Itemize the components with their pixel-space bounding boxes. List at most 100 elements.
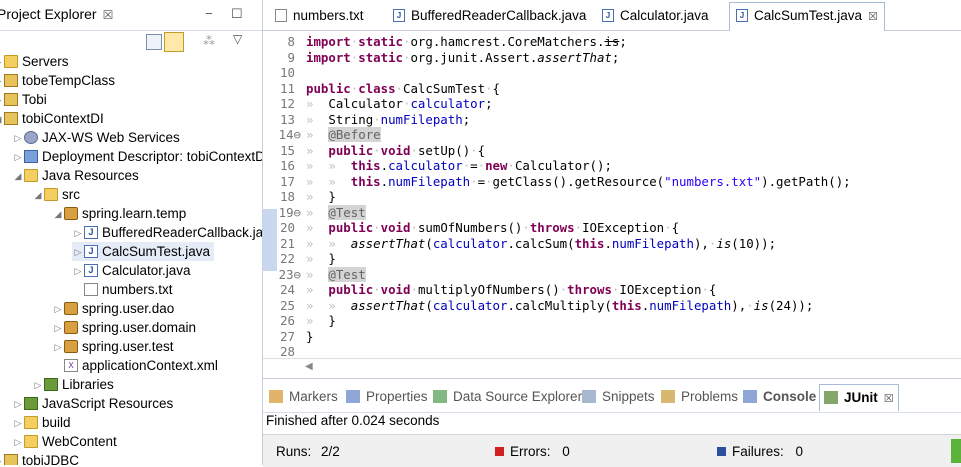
code-line[interactable]: 19⊖ » @Test (263, 204, 961, 221)
line-number: 24 (280, 282, 295, 297)
tree-item[interactable]: ▷Tobi (0, 90, 47, 109)
tree-item[interactable]: ▷ WebContent (12, 432, 117, 451)
collapsed-twisty-icon[interactable]: ▷ (12, 395, 24, 414)
tree-item-label: JavaScript Resources (42, 396, 174, 411)
tree-item[interactable]: ▷tobiJDBC (0, 451, 79, 465)
failures-value: 0 (795, 444, 804, 459)
code-line[interactable]: 8 import·static·org.hamcrest.CoreMatchers… (263, 34, 961, 50)
editor-tab[interactable]: J CalcSumTest.java ☒ (729, 2, 885, 31)
tree-item[interactable]: ▷tobeTempClass (0, 71, 115, 90)
horizontal-scrollbar[interactable]: ◀ (263, 358, 961, 377)
collapsed-twisty-icon[interactable]: ▷ (12, 148, 24, 167)
snippets-icon (582, 389, 596, 403)
collapse-all-icon[interactable] (146, 34, 162, 50)
tree-item[interactable]: ▷ J BufferedReaderCallback.java (72, 223, 262, 243)
code-line[interactable]: 13 » String·numFilepath; (263, 112, 961, 128)
code-text: » » this.calculator·=·new·Calculator(); (306, 158, 612, 173)
bottom-tab[interactable]: Markers (269, 387, 338, 407)
code-line[interactable]: 18 » } (263, 189, 961, 205)
code-line[interactable]: 11 public·class·CalcSumTest·{ (263, 81, 961, 97)
bottom-tab[interactable]: Snippets (582, 387, 655, 407)
tree-item[interactable]: ▷ JAX-WS Web Services (12, 128, 180, 147)
close-icon[interactable]: ☒ (884, 393, 894, 405)
collapsed-twisty-icon[interactable]: ▷ (52, 338, 64, 357)
collapsed-twisty-icon[interactable]: ▷ (52, 319, 64, 338)
expanded-twisty-icon[interactable]: ◢ (52, 205, 64, 224)
minimize-icon[interactable]: − (205, 6, 213, 21)
collapsed-twisty-icon[interactable]: ▷ (12, 129, 24, 148)
tree-item[interactable]: ◢ src (32, 185, 80, 204)
line-number: 9 (287, 49, 295, 65)
bottom-tab[interactable]: Properties (346, 387, 428, 407)
close-icon[interactable]: ☒ (103, 8, 114, 22)
filter-icon[interactable]: ⁂ (203, 34, 215, 48)
code-line[interactable]: 23⊖ » @Test (263, 266, 961, 283)
java-file-icon: J (393, 8, 405, 22)
tree-item[interactable]: ▷ spring.user.domain (52, 318, 197, 338)
tree-item[interactable]: ▷ Deployment Descriptor: tobiContextDI (12, 147, 262, 167)
code-text: public·class·CalcSumTest·{ (306, 80, 501, 96)
editor-tab[interactable]: J BufferedReaderCallback.java (387, 3, 592, 29)
tree-item[interactable]: ◢tobiContextDI (0, 109, 104, 128)
tree-item[interactable]: ▷ build (12, 413, 71, 432)
tree-item[interactable]: ▷ J CalcSumTest.java (72, 242, 215, 262)
expanded-twisty-icon[interactable]: ◢ (32, 186, 44, 205)
code-line[interactable]: 25 » » assertThat(calculator.calcMultiply… (263, 298, 961, 314)
folder-icon (24, 434, 38, 448)
bottom-tab[interactable]: JUnit ☒ (819, 384, 899, 411)
tree-item-label: Libraries (62, 377, 114, 392)
editor-tab[interactable]: numbers.txt (269, 3, 370, 29)
code-line[interactable]: 15 » public·void·setUp()·{ (263, 143, 961, 159)
tree-item[interactable]: ▷ spring.user.dao (52, 299, 175, 319)
scroll-left-icon[interactable]: ◀ (305, 361, 313, 372)
code-line[interactable]: 16 » » this.calculator·=·new·Calculator()… (263, 158, 961, 174)
maximize-icon[interactable]: ☐ (231, 6, 243, 22)
code-line[interactable]: 12 » Calculator·calculator; (263, 96, 961, 112)
view-menu-icon[interactable]: ▽ (233, 32, 242, 46)
tree-item[interactable]: XapplicationContext.xml (52, 356, 218, 375)
project-icon (4, 111, 18, 125)
collapsed-twisty-icon[interactable]: ▷ (72, 262, 84, 281)
tree-item-label: Calculator.java (102, 263, 191, 278)
tree-item[interactable]: ◢ spring.learn.temp (52, 204, 187, 224)
close-icon[interactable]: ☒ (868, 11, 878, 23)
code-text: import·static·org.hamcrest.CoreMatchers.… (306, 34, 627, 49)
collapsed-twisty-icon[interactable]: ▷ (72, 243, 84, 262)
expanded-twisty-icon[interactable]: ◢ (12, 167, 24, 186)
code-line[interactable]: 21 » » assertThat(calculator.calcSum(this… (263, 236, 961, 252)
collapsed-twisty-icon[interactable]: ▷ (12, 433, 24, 452)
code-line[interactable]: 17 » » this.numFilepath·=·getClass().getR… (263, 174, 961, 190)
code-line[interactable]: 10 (263, 65, 961, 81)
code-line[interactable]: 9 import·static·org.junit.Assert.assertTh… (263, 50, 961, 66)
collapsed-twisty-icon[interactable]: ▷ (72, 224, 84, 243)
bottom-tab[interactable]: Problems (661, 387, 738, 407)
tree-item[interactable]: ▷ J Calculator.java (72, 261, 191, 280)
line-number: 12 (280, 96, 295, 111)
code-line[interactable]: 27} (263, 329, 961, 345)
tree-item[interactable]: ▷ JavaScript Resources (12, 394, 174, 414)
collapsed-twisty-icon[interactable]: ▷ (12, 414, 24, 433)
code-line[interactable]: 20 » public·void·sumOfNumbers()·throws·IO… (263, 220, 961, 236)
bottom-tab-label: JUnit (844, 390, 878, 405)
java-file-icon: J (736, 8, 748, 22)
tree-item[interactable]: ◢ Java Resources (12, 166, 139, 185)
tree-item[interactable]: numbers.txt (72, 280, 173, 299)
collapsed-twisty-icon[interactable]: ▷ (52, 300, 64, 319)
editor-tab[interactable]: J Calculator.java (596, 3, 715, 29)
bottom-tab[interactable]: Console (743, 387, 816, 407)
code-line[interactable]: 22 » } (263, 251, 961, 267)
tree-item[interactable]: ▷Servers (0, 52, 69, 71)
tree-item[interactable]: ▷ Libraries (32, 375, 114, 394)
code-text: » } (306, 313, 336, 328)
code-line[interactable]: 14⊖ » @Before (263, 127, 961, 143)
runs-counter: Runs: 2/2 (276, 444, 340, 459)
code-editor[interactable]: 8 import·static·org.hamcrest.CoreMatchers… (263, 34, 961, 359)
bottom-tab[interactable]: Data Source Explorer (433, 387, 582, 407)
tree-item[interactable]: ▷ spring.user.test (52, 337, 174, 356)
code-line[interactable]: 24 » public·void·multiplyOfNumbers()·thro… (263, 282, 961, 298)
collapsed-twisty-icon[interactable]: ▷ (32, 376, 44, 395)
link-with-editor-icon[interactable] (164, 32, 184, 52)
project-explorer-tab[interactable]: Project Explorer ☒ (0, 6, 113, 22)
code-line[interactable]: 26 » } (263, 313, 961, 329)
editor-tab-label: numbers.txt (293, 8, 364, 23)
